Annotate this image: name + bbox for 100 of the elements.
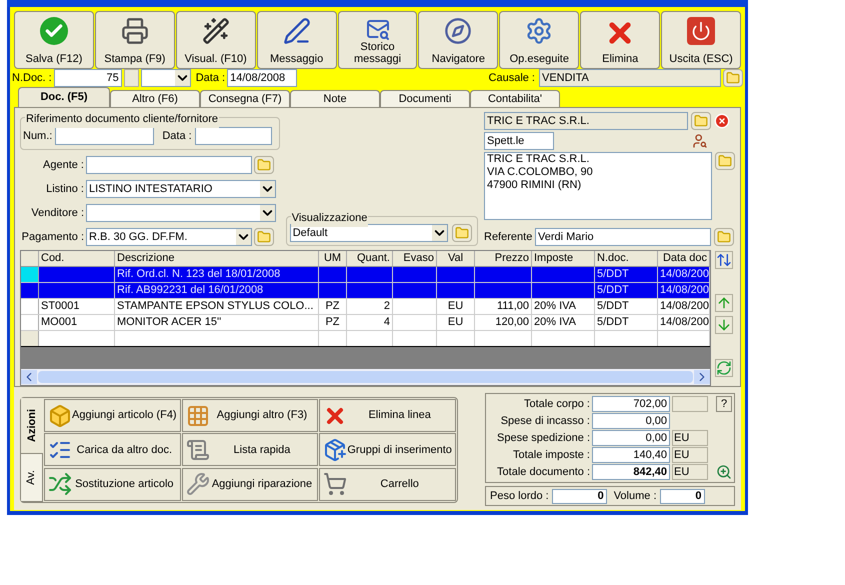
total-label: Totale corpo : (522, 396, 590, 412)
refresh-icon[interactable] (715, 359, 733, 377)
series-dropdown[interactable] (140, 69, 191, 87)
address-field[interactable]: TRIC E TRAC S.R.L. VIA C.COLOMBO, 90 47900 RIMINI (RN) (484, 152, 712, 220)
toolbar-button[interactable]: Salva (F12) (14, 11, 94, 69)
grid-row[interactable]: ST0001 STAMPANTE EPSON STYLUS COLO... PZ 2 EU 111,00 20% IVA 5/DDT 14/08/200 (21, 299, 710, 315)
date-field[interactable]: 14/08/2008 (227, 69, 298, 87)
reference-date-field[interactable] (194, 127, 272, 145)
toolbar-button[interactable]: Elimina (580, 11, 660, 69)
view-dropdown[interactable]: Default (290, 224, 448, 242)
column-header[interactable]: UM (319, 251, 347, 266)
column-header[interactable]: Cod. (39, 251, 115, 266)
grid-row[interactable]: Rif. Ord.cl. N. 123 del 18/01/2008 5/DDT 14/08/200 (21, 267, 710, 283)
toolbar-button[interactable]: Messaggio (256, 11, 337, 69)
scroll-left-icon[interactable] (21, 370, 37, 384)
currency-field[interactable]: EU (672, 464, 708, 480)
field-label: Listino : (45, 182, 84, 197)
table-cell: 14/08/200 (658, 299, 710, 314)
column-header[interactable]: Val (437, 251, 475, 266)
tab[interactable]: Documenti (380, 90, 470, 107)
seller-dropdown[interactable] (86, 204, 276, 222)
total-value-field[interactable]: 702,00 (592, 396, 670, 412)
tab[interactable]: Note (290, 90, 380, 107)
folder-button[interactable] (254, 156, 274, 174)
side-tab[interactable]: Azioni (21, 398, 43, 454)
gears-icon (525, 17, 554, 45)
scroll-icon (186, 438, 210, 462)
column-header[interactable]: Evaso (393, 251, 437, 266)
contact-field[interactable]: Verdi Mario (535, 228, 711, 246)
toolbar-button[interactable]: Op.eseguite (499, 11, 580, 69)
horizontal-scrollbar[interactable] (21, 369, 710, 385)
folder-button[interactable] (723, 69, 743, 87)
table-cell: 14/08/200 (658, 315, 710, 330)
column-header[interactable]: Data doc (658, 251, 710, 266)
column-header[interactable]: Imposte (532, 251, 595, 266)
folder-button[interactable] (715, 152, 735, 170)
price-list-dropdown[interactable]: LISTINO INTESTATARIO (86, 180, 276, 198)
total-value-field[interactable]: 0,00 (592, 413, 670, 429)
box-plus-icon (48, 404, 72, 428)
action-button[interactable]: Aggiungi riparazione (182, 468, 318, 501)
action-button[interactable]: Aggiungi articolo (F4) (44, 399, 181, 432)
package-plus-icon (323, 438, 348, 462)
scroll-right-icon[interactable] (694, 370, 710, 384)
agent-field[interactable] (86, 156, 252, 174)
printer-icon (120, 17, 149, 45)
column-header[interactable]: Quant. (347, 251, 393, 266)
action-button[interactable]: Aggiungi altro (F3) (182, 399, 318, 432)
total-value-field[interactable]: 0,00 (592, 430, 670, 446)
column-header[interactable]: Descrizione (115, 251, 319, 266)
toolbar-button[interactable]: Uscita (ESC) (661, 11, 742, 69)
table-cell: 111,00 (475, 299, 532, 314)
zoom-in-icon[interactable] (716, 464, 732, 480)
tab[interactable]: Altro (F6) (110, 90, 200, 107)
weight-field[interactable]: 0 (552, 488, 607, 504)
address-line: 47900 RIMINI (RN) (487, 179, 582, 192)
field-label: Pagamento : (20, 230, 84, 245)
volume-field[interactable]: 0 (660, 488, 705, 504)
action-button[interactable]: Carrello (319, 468, 456, 501)
action-button[interactable]: Carica da altro doc. (44, 433, 181, 466)
toolbar-button[interactable]: Visual. (F10) (176, 11, 256, 69)
grid-row[interactable]: Rif. AB992231 del 16/01/2008 5/DDT 14/08/200 (21, 283, 710, 299)
client-name-field[interactable]: TRIC E TRAC S.R.L. (484, 112, 688, 130)
scrollbar-thumb[interactable] (38, 371, 693, 383)
user-search-icon[interactable] (691, 133, 709, 149)
toolbar-button[interactable]: Stampa (F9) (94, 11, 175, 69)
delete-icon[interactable] (714, 113, 730, 129)
currency-field[interactable]: EU (672, 447, 708, 463)
grid-row[interactable]: MO001 MONITOR ACER 15'' PZ 4 EU 120,00 20% IVA 5/DDT 14/08/200 (21, 315, 710, 331)
help-button[interactable]: ? (716, 396, 732, 412)
action-button[interactable]: Sostituzione articolo (44, 468, 181, 501)
folder-button[interactable] (452, 224, 472, 242)
folder-button[interactable] (254, 228, 274, 246)
tab[interactable]: Consegna (F7) (200, 90, 290, 107)
total-value-field[interactable]: 140,40 (592, 447, 670, 463)
action-button[interactable]: Lista rapida (182, 433, 318, 466)
ndoc-field[interactable]: 75 (54, 69, 122, 87)
toolbar-button[interactable]: Storico messaggi (338, 11, 418, 69)
address-line: VIA C.COLOMBO, 90 (487, 166, 594, 179)
tab[interactable]: Contabilita' (470, 90, 560, 107)
column-header[interactable]: N.doc. (595, 251, 658, 266)
total-value-field[interactable]: 842,40 (592, 464, 670, 480)
salutation-field[interactable]: Spett.le (484, 132, 554, 150)
shuffle-icon (48, 472, 72, 496)
field-label: Agente : (42, 158, 84, 173)
tab[interactable]: Doc. (F5) (18, 87, 110, 107)
square-button[interactable] (124, 69, 139, 87)
pen-icon (282, 17, 311, 45)
causale-field[interactable]: VENDITA (539, 69, 721, 87)
payment-dropdown[interactable]: R.B. 30 GG. DF.FM. (86, 228, 252, 246)
empty-grid-row[interactable] (21, 331, 710, 347)
num-field[interactable] (55, 127, 154, 145)
action-button[interactable]: Elimina linea (319, 399, 456, 432)
currency-field[interactable] (672, 396, 708, 412)
currency-field[interactable]: EU (672, 430, 708, 446)
folder-button[interactable] (714, 228, 734, 246)
side-tab[interactable]: Av. (21, 454, 43, 502)
table-cell: MO001 (39, 315, 115, 330)
column-header[interactable]: Prezzo (475, 251, 532, 266)
action-button[interactable]: Gruppi di inserimento (319, 433, 456, 466)
toolbar-button[interactable]: Navigatore (418, 11, 498, 69)
